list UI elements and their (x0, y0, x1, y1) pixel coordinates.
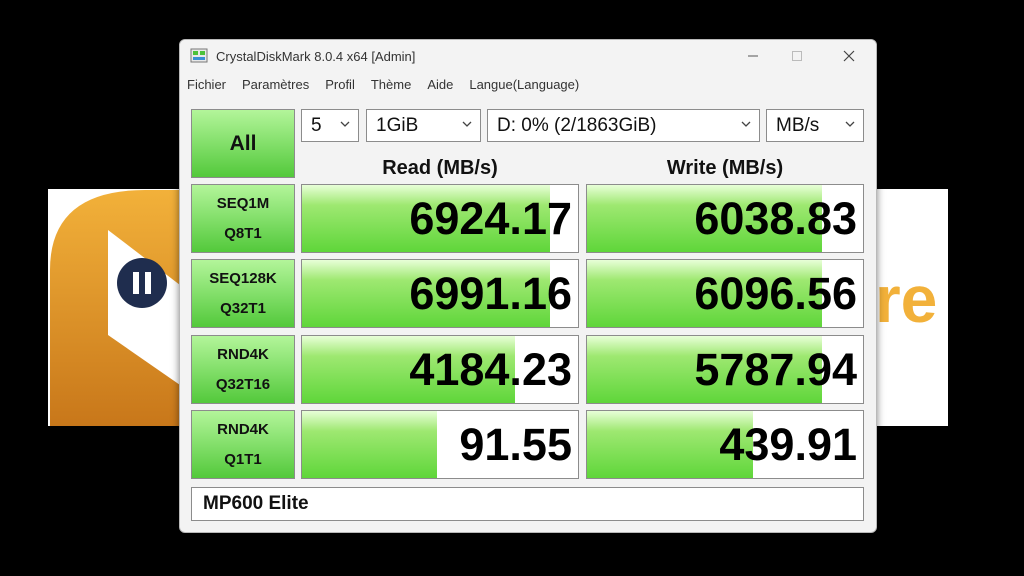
test-button-rnd4k-q32t16[interactable]: RND4K Q32T16 (191, 335, 295, 404)
drive-select[interactable]: D: 0% (2/1863GiB) (487, 109, 760, 142)
test-label-line1: RND4K (217, 420, 269, 438)
result-read-seq1m: 6924.17 (301, 184, 579, 253)
drive-value: D: 0% (2/1863GiB) (497, 114, 657, 136)
read-value: 6991.16 (409, 267, 572, 319)
test-count-select[interactable]: 5 (301, 109, 359, 142)
read-value: 6924.17 (409, 192, 572, 244)
maximize-icon (792, 51, 802, 61)
result-write-rnd4k-q32t16: 5787.94 (586, 335, 864, 404)
result-write-rnd4k-q1t1: 439.91 (586, 410, 864, 479)
test-label-line2: Q32T16 (215, 375, 271, 393)
brand-logo (50, 190, 180, 426)
chevron-down-icon (462, 121, 472, 127)
run-all-button[interactable]: All (191, 109, 295, 178)
chevron-down-icon (845, 121, 855, 127)
read-column-header: Read (MB/s) (382, 156, 498, 179)
test-size-value: 1GiB (376, 114, 419, 136)
test-label-line1: SEQ128K (209, 269, 277, 287)
minimize-icon (748, 55, 758, 57)
unit-value: MB/s (776, 114, 820, 136)
test-size-select[interactable]: 1GiB (366, 109, 481, 142)
menu-profil[interactable]: Profil (325, 77, 355, 92)
test-label-line2: Q8T1 (224, 224, 262, 242)
result-read-rnd4k-q32t16: 4184.23 (301, 335, 579, 404)
test-button-seq128k-q32t1[interactable]: SEQ128K Q32T1 (191, 259, 295, 328)
title-bar[interactable]: CrystalDiskMark 8.0.4 x64 [Admin] (180, 40, 876, 72)
chevron-down-icon (741, 121, 751, 127)
brand-logo-tail: re (875, 262, 937, 332)
test-count-value: 5 (311, 114, 322, 136)
result-read-rnd4k-q1t1: 91.55 (301, 410, 579, 479)
menu-langue[interactable]: Langue(Language) (469, 77, 579, 92)
read-value: 91.55 (459, 418, 572, 470)
chevron-down-icon (340, 121, 350, 127)
write-value: 6096.56 (694, 267, 857, 319)
result-write-seq128k: 6096.56 (586, 259, 864, 328)
app-window: CrystalDiskMark 8.0.4 x64 [Admin] Fichie… (179, 39, 877, 533)
write-column-header: Write (MB/s) (666, 156, 784, 179)
menu-bar: Fichier Paramètres Profil Thème Aide Lan… (180, 72, 876, 96)
write-value: 6038.83 (694, 192, 857, 244)
test-label-line2: Q1T1 (224, 450, 262, 468)
menu-fichier[interactable]: Fichier (187, 77, 226, 92)
test-label-line1: RND4K (217, 345, 269, 363)
read-value: 4184.23 (409, 343, 572, 395)
maximize-button[interactable] (774, 40, 820, 72)
close-icon (843, 50, 855, 62)
minimize-button[interactable] (730, 40, 776, 72)
result-read-seq128k: 6991.16 (301, 259, 579, 328)
write-value: 5787.94 (694, 343, 857, 395)
test-button-seq1m-q8t1[interactable]: SEQ1M Q8T1 (191, 184, 295, 253)
read-bar-fill (302, 411, 438, 478)
test-button-rnd4k-q1t1[interactable]: RND4K Q1T1 (191, 410, 295, 479)
close-button[interactable] (826, 40, 872, 72)
window-title: CrystalDiskMark 8.0.4 x64 [Admin] (216, 48, 416, 64)
test-label-line1: SEQ1M (216, 194, 270, 212)
menu-aide[interactable]: Aide (427, 77, 453, 92)
test-label-line2: Q32T1 (220, 299, 266, 317)
result-write-seq1m: 6038.83 (586, 184, 864, 253)
menu-theme[interactable]: Thème (371, 77, 411, 92)
write-value: 439.91 (719, 418, 857, 470)
svg-text:re: re (875, 262, 937, 332)
comment-field[interactable]: MP600 Elite (191, 487, 864, 521)
unit-select[interactable]: MB/s (766, 109, 864, 142)
crystaldiskmark-app-icon (190, 48, 208, 63)
menu-parametres[interactable]: Paramètres (242, 77, 309, 92)
